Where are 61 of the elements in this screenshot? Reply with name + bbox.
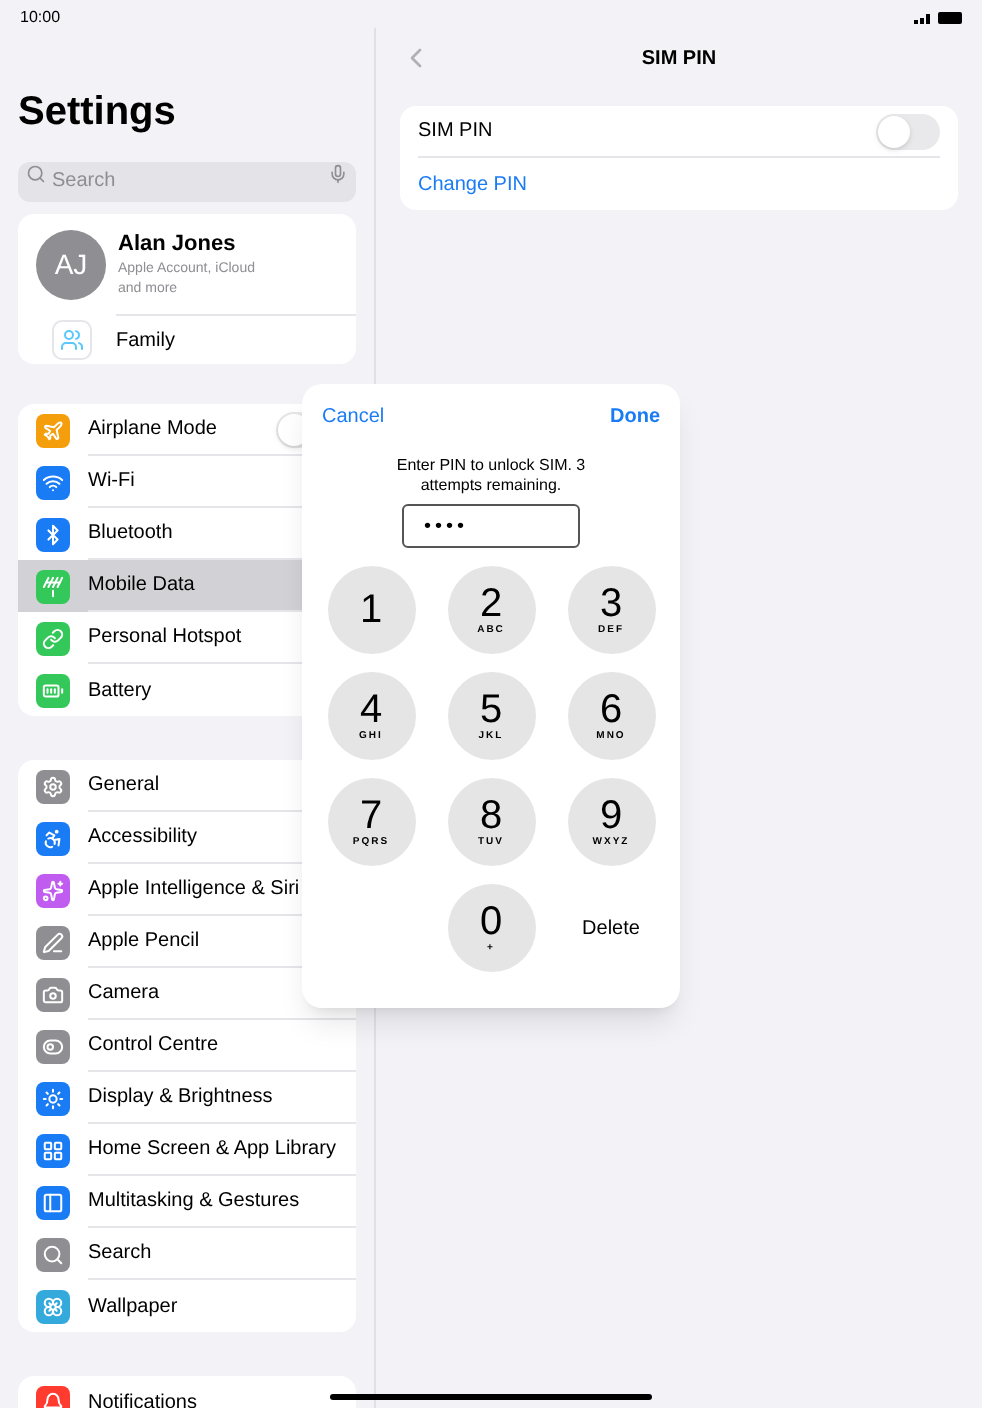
settings-row[interactable]: Home Screen & App Library	[18, 1124, 356, 1176]
link-icon	[36, 621, 70, 655]
sparkle-icon	[36, 873, 70, 907]
microphone-icon	[328, 164, 348, 184]
done-button[interactable]: Done	[610, 402, 660, 432]
bluetooth-icon	[36, 517, 70, 551]
search-field[interactable]: Search	[18, 161, 356, 201]
sun-icon	[36, 1081, 70, 1115]
settings-row[interactable]: Control Centre	[18, 1020, 356, 1072]
row-label: Apple Pencil	[88, 928, 202, 956]
row-label: Apple Intelligence & Siri	[88, 876, 302, 904]
row-label: General	[88, 772, 162, 800]
flower-icon	[36, 1289, 70, 1323]
page-title: SIM PIN	[639, 45, 719, 73]
search-icon	[26, 164, 46, 184]
row-label: Notifications	[88, 1389, 199, 1408]
family-icon	[52, 319, 92, 359]
airplane-icon	[36, 413, 70, 447]
pin-message: Enter PIN to unlock SIM. 3 attempts remaining.	[394, 456, 588, 496]
gear-icon	[36, 769, 70, 803]
pin-field[interactable]: ••••	[402, 504, 580, 548]
cancel-button[interactable]: Cancel	[322, 402, 385, 432]
wifi-icon	[36, 465, 70, 499]
settings-row[interactable]: Wallpaper	[18, 1280, 356, 1332]
account-name: Alan Jones	[118, 229, 238, 260]
row-label: Personal Hotspot	[88, 624, 244, 652]
row-label: SIM PIN	[418, 118, 495, 146]
multitasking-icon	[36, 1185, 70, 1219]
row-label: Accessibility	[88, 824, 199, 852]
settings-row[interactable]: Display & Brightness	[18, 1072, 356, 1124]
settings-title: Settings	[18, 88, 178, 136]
home-screen-icon	[36, 1133, 70, 1167]
search-icon	[36, 1237, 70, 1271]
camera-icon	[36, 977, 70, 1011]
family-label: Family	[116, 314, 356, 364]
keypad-key[interactable]: 1	[327, 566, 415, 654]
status-time: 10:00	[20, 5, 61, 29]
row-label: Multitasking & Gestures	[88, 1188, 302, 1216]
battery-icon	[36, 673, 70, 707]
settings-row[interactable]: Notifications	[18, 1376, 356, 1408]
switches-icon	[36, 1029, 70, 1063]
row-label: Control Centre	[88, 1032, 221, 1060]
settings-row[interactable]: Search	[18, 1228, 356, 1280]
row-label: Wi-Fi	[88, 468, 137, 496]
row-label: Battery	[88, 677, 154, 705]
row-label: Mobile Data	[88, 572, 197, 600]
pencil-icon	[36, 925, 70, 959]
settings-row[interactable]: Multitasking & Gestures	[18, 1176, 356, 1228]
row-label: Bluetooth	[88, 520, 175, 548]
delete-button[interactable]: Delete	[567, 884, 655, 972]
row-label: Camera	[88, 980, 162, 1008]
signal-battery-icon	[914, 11, 962, 23]
row-label: Wallpaper	[88, 1293, 180, 1321]
row-label: Display & Brightness	[88, 1084, 275, 1112]
change-pin-link[interactable]: Change PIN	[418, 169, 527, 199]
row-label: Airplane Mode	[88, 416, 219, 444]
avatar: AJ	[36, 229, 106, 299]
row-label: Search	[88, 1240, 154, 1268]
accessibility-icon	[36, 821, 70, 855]
sim-pin-toggle[interactable]	[876, 113, 940, 149]
row-label: Home Screen & App Library	[88, 1136, 338, 1164]
